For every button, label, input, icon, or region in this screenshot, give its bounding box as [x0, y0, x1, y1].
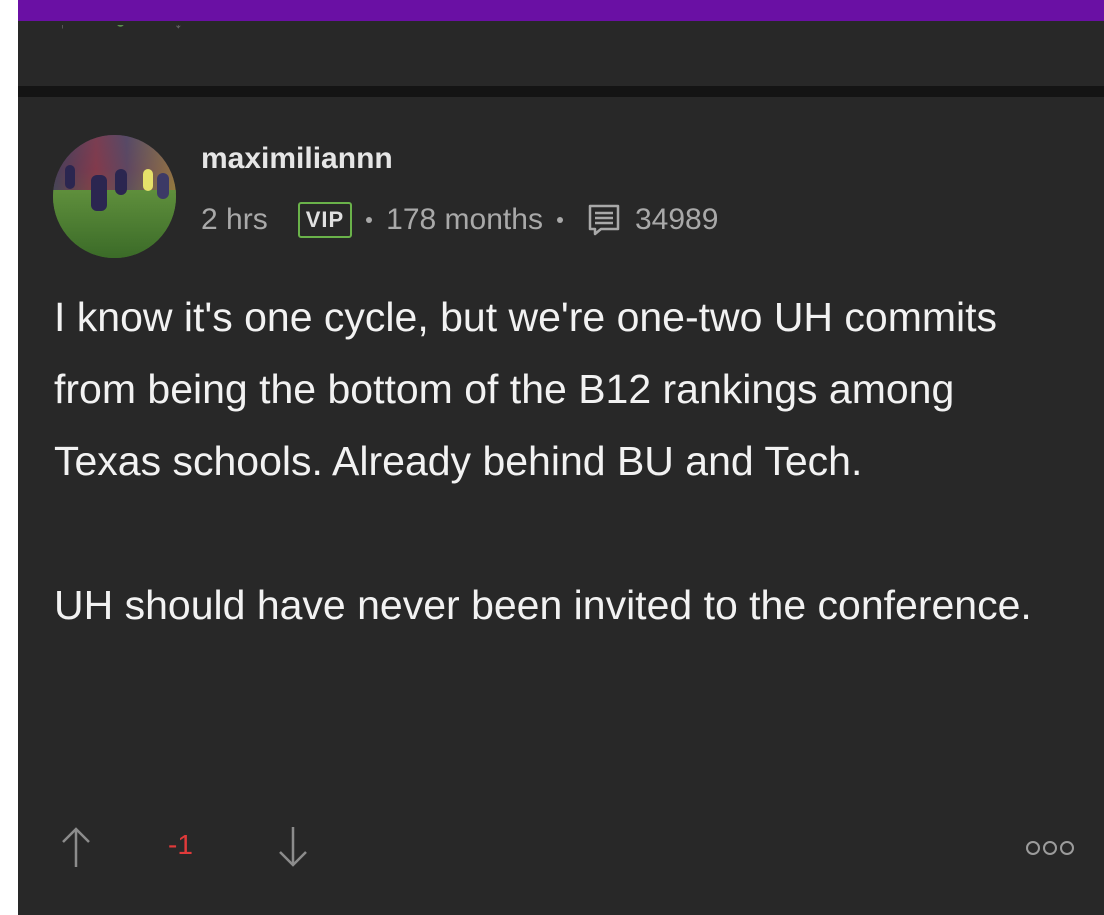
avatar-field	[53, 190, 176, 258]
post-divider	[18, 86, 1104, 97]
header-accent-bar	[18, 0, 1104, 21]
upvote-button[interactable]	[58, 823, 94, 871]
prev-arrow-down-icon[interactable]: ↓	[174, 25, 183, 31]
avatar-figure	[91, 175, 107, 211]
prev-arrow-up-icon[interactable]: ↑	[58, 25, 67, 31]
feed-frame: ↑ ● ↓ maximiliannn 2 hrs VIP 178 months	[18, 0, 1104, 915]
post-actions: -1	[58, 823, 1088, 873]
avatar-figure	[115, 169, 127, 195]
post-paragraph: I know it's one cycle, but we're one-two…	[54, 294, 998, 484]
vote-score: -1	[168, 829, 193, 860]
post-body: I know it's one cycle, but we're one-two…	[54, 281, 1054, 641]
vip-badge: VIP	[297, 202, 353, 238]
separator-dot	[556, 217, 563, 223]
separator-dot	[366, 217, 373, 223]
more-dot	[1026, 841, 1040, 855]
post-meta: 2 hrs VIP 178 months 34989	[201, 200, 718, 240]
avatar-figure	[65, 165, 75, 189]
previous-post-actions: ↑ ● ↓	[58, 25, 231, 35]
more-dot	[1060, 841, 1074, 855]
previous-post-footer: ↑ ● ↓	[18, 21, 1104, 86]
avatar[interactable]	[53, 135, 176, 258]
downvote-button[interactable]	[275, 823, 311, 871]
avatar-figure	[143, 169, 153, 191]
message-list-icon	[587, 203, 621, 237]
member-tenure: 178 months	[386, 203, 543, 236]
author-username[interactable]: maximiliannn	[201, 141, 393, 177]
post-paragraph: UH should have never been invited to the…	[54, 582, 1032, 628]
post-time: 2 hrs	[201, 203, 268, 236]
avatar-figure	[157, 173, 169, 199]
more-dot	[1043, 841, 1057, 855]
prev-score-indicator: ●	[115, 25, 126, 31]
message-count: 34989	[634, 203, 719, 236]
arrow-up-icon	[62, 827, 90, 867]
forum-post: maximiliannn 2 hrs VIP 178 months 34989 …	[18, 97, 1104, 915]
arrow-down-icon	[279, 827, 307, 867]
more-options-icon[interactable]	[1026, 841, 1086, 861]
